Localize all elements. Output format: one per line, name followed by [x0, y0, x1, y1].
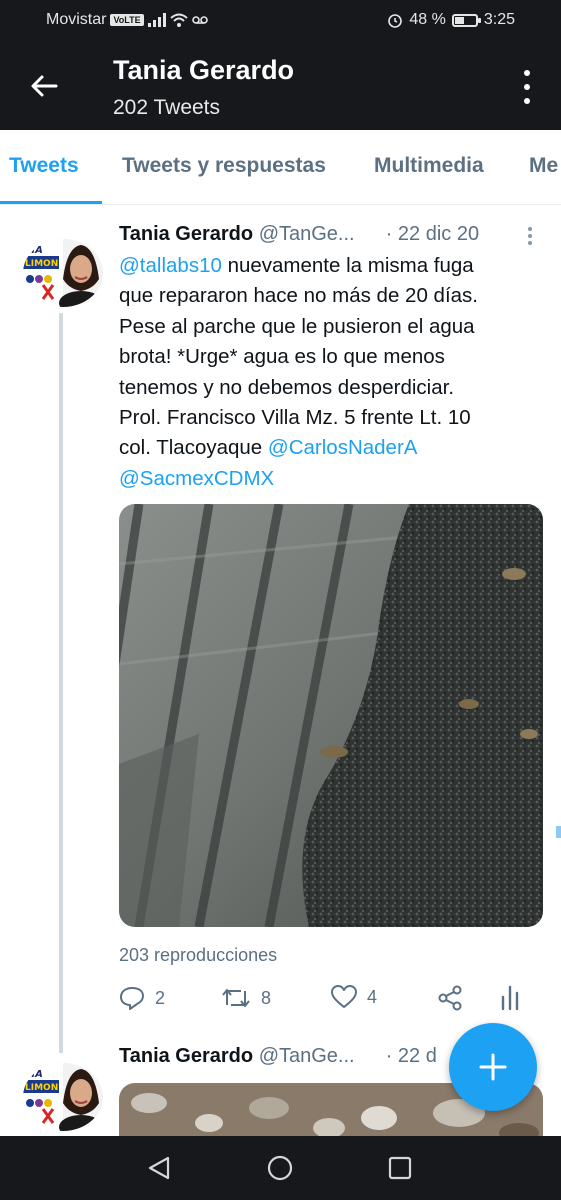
thread-line: [59, 313, 63, 1045]
author-name[interactable]: Tania Gerardo: [119, 223, 253, 245]
reply-count: 2: [155, 987, 166, 1008]
analytics-icon: [501, 985, 519, 1011]
author-handle[interactable]: @TanGe...: [259, 1045, 355, 1067]
profile-tabs: Tweets Tweets y respuestas Multimedia Me: [0, 130, 561, 205]
analytics-button[interactable]: [499, 985, 521, 1011]
alarm-icon: [388, 14, 403, 28]
home-circle-icon[interactable]: [267, 1155, 293, 1181]
tab-tweets-replies[interactable]: Tweets y respuestas: [122, 154, 326, 178]
share-button[interactable]: [437, 985, 463, 1011]
back-triangle-icon[interactable]: [146, 1155, 172, 1181]
video-frame: [119, 504, 543, 927]
badge-text-lia: LIA: [25, 1069, 43, 1080]
carrier-label: Movistar: [46, 11, 107, 28]
more-options-icon[interactable]: [523, 70, 531, 104]
tweet-date[interactable]: · 22 d: [386, 1045, 437, 1067]
profile-header: Tania Gerardo 202 Tweets: [0, 42, 561, 130]
status-bar: Movistar VoLTE 48 % 3:25: [0, 0, 561, 42]
heart-icon: [331, 985, 357, 1008]
tweet[interactable]: LIA LIMON Tania Gerardo @TanGe... · 22 d…: [0, 205, 561, 1045]
text-line: que repararon hace no más de 20 días.: [119, 284, 478, 308]
tweet-date[interactable]: · 22 dic 20: [386, 223, 479, 245]
voicemail-icon: [191, 16, 208, 24]
retweet-button[interactable]: 8: [221, 985, 271, 1011]
text-line: Prol. Francisco Villa Mz. 5 frente Lt. 1…: [119, 406, 471, 430]
author-handle[interactable]: @TanGe...: [259, 223, 355, 245]
plus-icon: [479, 1053, 507, 1081]
avatar[interactable]: LIA LIMON: [23, 239, 103, 307]
reply-icon: [120, 987, 144, 1010]
signal-icon: [147, 13, 166, 27]
like-button[interactable]: 4: [331, 985, 377, 1009]
tab-tweets[interactable]: Tweets: [9, 154, 79, 178]
battery-percent: 48 %: [409, 11, 446, 28]
wifi-icon: [169, 13, 188, 27]
tweet-menu-icon[interactable]: [528, 227, 533, 245]
tweet-count: 202 Tweets: [113, 96, 221, 119]
badge-text-limon: LIMON: [25, 1083, 58, 1093]
author-name[interactable]: Tania Gerardo: [119, 1045, 253, 1067]
volte-badge: VoLTE: [110, 14, 144, 26]
back-arrow-icon[interactable]: [26, 68, 62, 104]
badge-text-lia: LIA: [25, 245, 43, 256]
tweet-header: Tania Gerardo @TanGe... · 22 dic 20: [119, 223, 479, 246]
text-line: brota! *Urge* agua es lo que menos: [119, 345, 445, 369]
tweet-header: Tania Gerardo @TanGe... · 22 d: [119, 1045, 437, 1068]
tweet-actions: 2 8 4: [119, 985, 529, 1015]
text-line: tenemos y no debemos desperdiciar.: [119, 375, 455, 399]
battery-icon: [451, 13, 481, 27]
scroll-indicator: [556, 826, 561, 838]
profile-name: Tania Gerardo: [113, 55, 295, 85]
share-icon: [438, 985, 462, 1011]
mention-link[interactable]: @tallabs10: [119, 254, 222, 277]
tab-likes[interactable]: Me: [529, 154, 558, 178]
system-nav-bar: [0, 1136, 561, 1200]
tab-media[interactable]: Multimedia: [374, 154, 484, 178]
view-count: 203 reproducciones: [119, 945, 278, 965]
retweet-count: 8: [261, 987, 272, 1008]
compose-tweet-button[interactable]: [449, 1023, 537, 1111]
text-line: Pese al parche que le pusieron el agua: [119, 314, 475, 338]
tweet-video[interactable]: [119, 504, 543, 927]
mention-link[interactable]: @SacmexCDMX: [119, 467, 274, 490]
thread-line: [59, 1035, 63, 1053]
text-line: nuevamente la misma fuga: [221, 254, 474, 277]
like-count: 4: [367, 986, 378, 1007]
mention-link[interactable]: @CarlosNaderA: [268, 436, 418, 459]
retweet-icon: [222, 989, 250, 1007]
reply-button[interactable]: 2: [119, 985, 165, 1011]
tweet-text: @tallabs10 nuevamente la misma fuga que …: [119, 251, 539, 494]
recents-square-icon[interactable]: [388, 1156, 412, 1180]
clock: 3:25: [483, 11, 515, 28]
text-line: col. Tlacoyaque: [119, 436, 268, 460]
avatar[interactable]: LIA LIMON: [23, 1063, 103, 1131]
badge-text-limon: LIMON: [25, 259, 58, 269]
